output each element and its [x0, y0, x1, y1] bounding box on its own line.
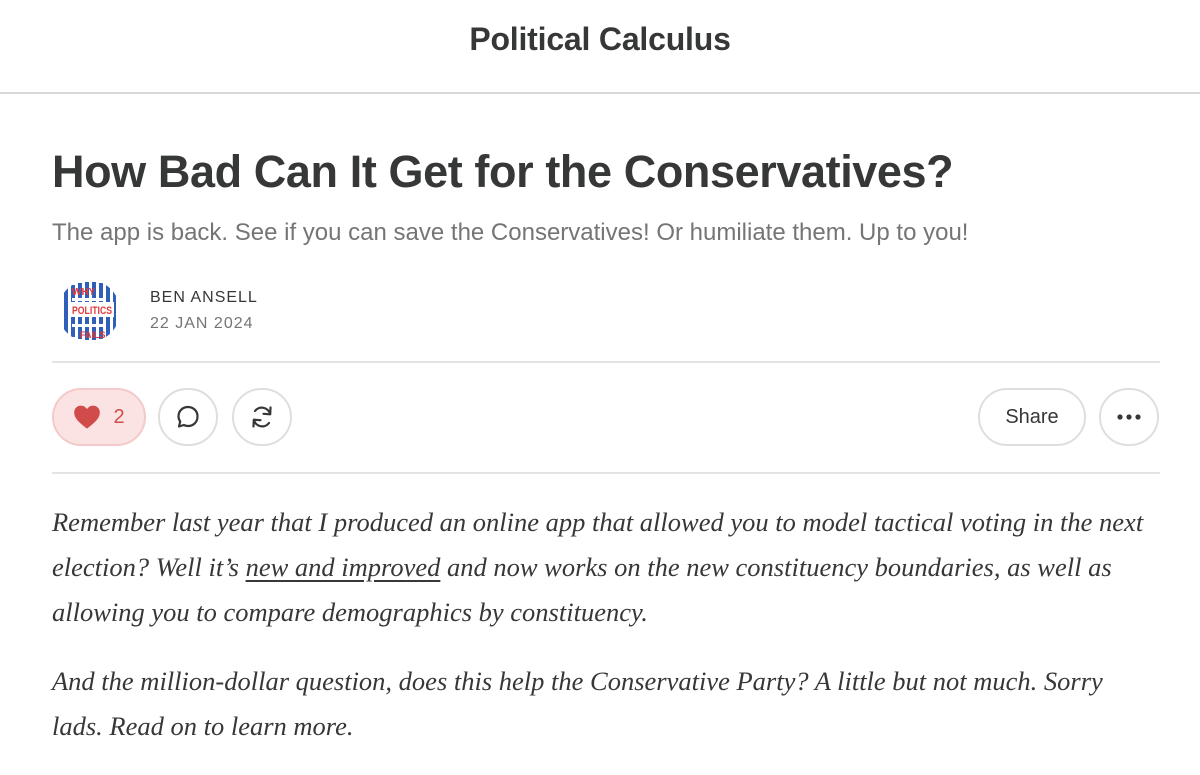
divider [52, 361, 1160, 363]
new-and-improved-link[interactable]: new and improved [246, 552, 441, 582]
post-date: 22 JAN 2024 [150, 315, 254, 332]
restack-button[interactable] [232, 388, 292, 446]
divider [52, 472, 1160, 474]
restack-icon [252, 406, 272, 428]
paragraph: And the million-dollar question, does th… [52, 666, 1103, 741]
paragraph: Remember last year that I produced an on… [52, 500, 1152, 635]
publication-header: Political Calculus [0, 0, 1200, 94]
svg-text:POLITICS: POLITICS [72, 305, 112, 317]
post-body: Remember last year that I produced an on… [52, 500, 1152, 773]
more-icon [1117, 414, 1141, 420]
post-subtitle: The app is back. See if you can save the… [52, 219, 969, 246]
svg-text:FAILS: FAILS [80, 330, 106, 340]
post-actions-bar: 2 Share [52, 388, 1160, 448]
author-name[interactable]: BEN ANSELL [150, 289, 258, 307]
publication-logo-avatar[interactable]: WHY POLITICS FAILS [58, 280, 120, 342]
share-button[interactable]: Share [978, 388, 1086, 446]
author-meta: BEN ANSELL 22 JAN 2024 [150, 289, 258, 333]
comment-icon [177, 405, 199, 428]
comment-button[interactable] [158, 388, 218, 446]
publication-name[interactable]: Political Calculus [469, 21, 731, 58]
more-options-button[interactable] [1099, 388, 1159, 446]
like-button[interactable]: 2 [52, 388, 146, 446]
why-politics-fails-logo-icon: WHY POLITICS FAILS [58, 280, 120, 342]
svg-text:WHY: WHY [72, 287, 96, 298]
like-count: 2 [113, 405, 125, 428]
post-title: How Bad Can It Get for the Conservatives… [52, 146, 954, 197]
byline: WHY POLITICS FAILS BEN ANSELL 22 JAN 202… [58, 276, 258, 346]
heart-icon [74, 405, 101, 429]
